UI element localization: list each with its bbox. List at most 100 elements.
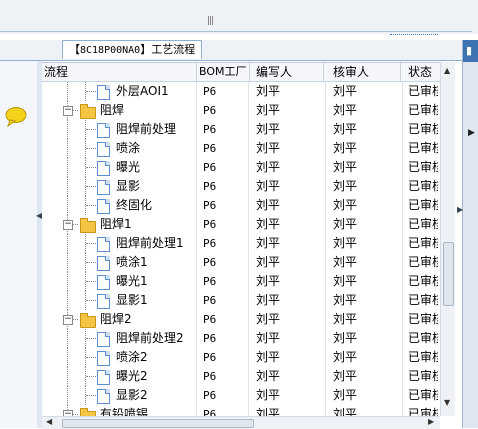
process-tree-grid: 流程 BOM工厂 编写人 核审人 状态 外层AOI1P6刘平刘平已审核−阻焊P6…: [42, 62, 454, 417]
column-header-flow[interactable]: 流程: [42, 63, 197, 81]
document-icon: [97, 351, 110, 366]
collapse-toggle-icon[interactable]: −: [63, 220, 73, 230]
tree-item-label[interactable]: 喷涂1: [116, 253, 148, 272]
tree-item-label[interactable]: 曝光: [116, 158, 140, 177]
expand-right-arrow-icon[interactable]: ▶: [468, 128, 475, 138]
tree-item-label[interactable]: 阻焊前处理: [116, 120, 176, 139]
tree-guide-line: [67, 196, 68, 215]
collapse-right-arrow-icon[interactable]: ▶: [457, 205, 463, 214]
cell-reviewer: 刘平: [327, 386, 403, 405]
collapse-toggle-icon[interactable]: −: [63, 315, 73, 325]
cell-status: 已审核: [408, 369, 438, 383]
scroll-up-arrow-icon[interactable]: ▲: [444, 66, 450, 75]
table-row[interactable]: 终固化P6刘平刘平已审核: [42, 196, 454, 215]
cell-status: 已审核: [408, 160, 438, 174]
tree-guide-line: [86, 376, 96, 377]
left-side-panel: [0, 40, 38, 428]
table-row[interactable]: 喷涂P6刘平刘平已审核: [42, 139, 454, 158]
table-row[interactable]: 阻焊前处理2P6刘平刘平已审核: [42, 329, 454, 348]
table-row[interactable]: −阻焊2P6刘平刘平已审核: [42, 310, 454, 329]
table-row[interactable]: −阻焊P6刘平刘平已审核: [42, 101, 454, 120]
dotted-separator: [390, 34, 438, 39]
column-header-status[interactable]: 状态: [404, 63, 440, 81]
cell-bom: P6: [197, 139, 249, 158]
tree-item-label[interactable]: 阻焊前处理1: [116, 234, 184, 253]
table-row[interactable]: 显影P6刘平刘平已审核: [42, 177, 454, 196]
tree-item-label[interactable]: 喷涂2: [116, 348, 148, 367]
scroll-left-arrow-icon[interactable]: ◀: [46, 417, 52, 426]
collapse-toggle-icon[interactable]: −: [63, 106, 73, 116]
cell-flow: 终固化: [42, 196, 197, 215]
tree-item-label[interactable]: 阻焊: [100, 101, 124, 120]
cell-flow: − 阻焊2: [42, 310, 197, 329]
tree-guide-line: [86, 129, 96, 130]
table-row[interactable]: 阻焊前处理1P6刘平刘平已审核: [42, 234, 454, 253]
table-row[interactable]: 显影1P6刘平刘平已审核: [42, 291, 454, 310]
folder-icon: [80, 218, 96, 233]
tree-guide-line: [67, 367, 68, 386]
cell-reviewer: 刘平: [327, 234, 403, 253]
table-row[interactable]: 外层AOI1P6刘平刘平已审核: [42, 82, 454, 101]
cell-editor: 刘平: [250, 253, 326, 272]
horizontal-scrollbar[interactable]: ◀ ▶: [42, 416, 440, 429]
column-header-bom[interactable]: BOM工厂: [197, 63, 250, 81]
cell-editor: 刘平: [250, 177, 326, 196]
cell-bom: P6: [197, 329, 249, 348]
tree-guide-line: [67, 291, 68, 310]
cell-reviewer: 刘平: [327, 82, 403, 101]
vertical-scroll-thumb[interactable]: [443, 242, 454, 306]
cell-reviewer: 刘平: [327, 253, 403, 272]
cell-reviewer: 刘平: [327, 310, 403, 329]
tree-item-label[interactable]: 阻焊2: [100, 310, 132, 329]
table-row[interactable]: 显影2P6刘平刘平已审核: [42, 386, 454, 405]
table-row[interactable]: 曝光1P6刘平刘平已审核: [42, 272, 454, 291]
tree-guide-line: [86, 243, 96, 244]
tree-item-label[interactable]: 显影1: [116, 291, 148, 310]
cell-editor: 刘平: [250, 310, 326, 329]
tree-item-label[interactable]: 阻焊1: [100, 215, 132, 234]
cell-flow: 外层AOI1: [42, 82, 197, 101]
tree-item-label[interactable]: 显影2: [116, 386, 148, 405]
cell-reviewer: 刘平: [327, 158, 403, 177]
column-header-reviewer[interactable]: 核审人: [327, 63, 401, 81]
cell-status: 已审核: [408, 274, 438, 288]
cell-bom: P6: [197, 196, 249, 215]
vertical-scrollbar[interactable]: ▲ ▼: [440, 62, 455, 416]
horizontal-splitter-grip-icon[interactable]: |||: [207, 16, 217, 26]
tree-item-label[interactable]: 显影: [116, 177, 140, 196]
cell-reviewer: 刘平: [327, 120, 403, 139]
tree-guide-line: [86, 300, 96, 301]
table-row[interactable]: 曝光P6刘平刘平已审核: [42, 158, 454, 177]
cell-reviewer: 刘平: [327, 272, 403, 291]
scroll-right-arrow-icon[interactable]: ▶: [428, 417, 434, 426]
cell-status: 已审核: [408, 255, 438, 269]
horizontal-scroll-thumb[interactable]: [62, 419, 254, 428]
speech-bubble-icon[interactable]: [4, 106, 28, 128]
tree-item-label[interactable]: 曝光1: [116, 272, 148, 291]
tree-item-label[interactable]: 曝光2: [116, 367, 148, 386]
cell-flow: 显影: [42, 177, 197, 196]
table-row[interactable]: −阻焊1P6刘平刘平已审核: [42, 215, 454, 234]
right-panel-header[interactable]: ▮: [463, 40, 478, 62]
tree-guide-line: [86, 281, 96, 282]
tree-item-label[interactable]: 喷涂: [116, 139, 140, 158]
cell-editor: 刘平: [250, 82, 326, 101]
table-row[interactable]: 喷涂1P6刘平刘平已审核: [42, 253, 454, 272]
tree-item-label[interactable]: 阻焊前处理2: [116, 329, 184, 348]
cell-status: 已审核: [408, 122, 438, 136]
tree-item-label[interactable]: 终固化: [116, 196, 152, 215]
cell-flow: 喷涂: [42, 139, 197, 158]
table-row[interactable]: 喷涂2P6刘平刘平已审核: [42, 348, 454, 367]
cell-editor: 刘平: [250, 329, 326, 348]
grid-header: 流程 BOM工厂 编写人 核审人 状态: [42, 63, 454, 82]
tab-process-flow[interactable]: 【8C18P00NA0】工艺流程: [62, 40, 203, 59]
table-row[interactable]: 曝光2P6刘平刘平已审核: [42, 367, 454, 386]
table-row[interactable]: 阻焊前处理P6刘平刘平已审核: [42, 120, 454, 139]
tree-guide-line: [86, 186, 96, 187]
tree-guide-line: [86, 262, 96, 263]
cell-editor: 刘平: [250, 215, 326, 234]
scroll-down-arrow-icon[interactable]: ▼: [444, 398, 450, 407]
top-toolbar-area: |||: [0, 0, 478, 34]
tree-item-label[interactable]: 外层AOI1: [116, 82, 169, 101]
column-header-editor[interactable]: 编写人: [250, 63, 324, 81]
